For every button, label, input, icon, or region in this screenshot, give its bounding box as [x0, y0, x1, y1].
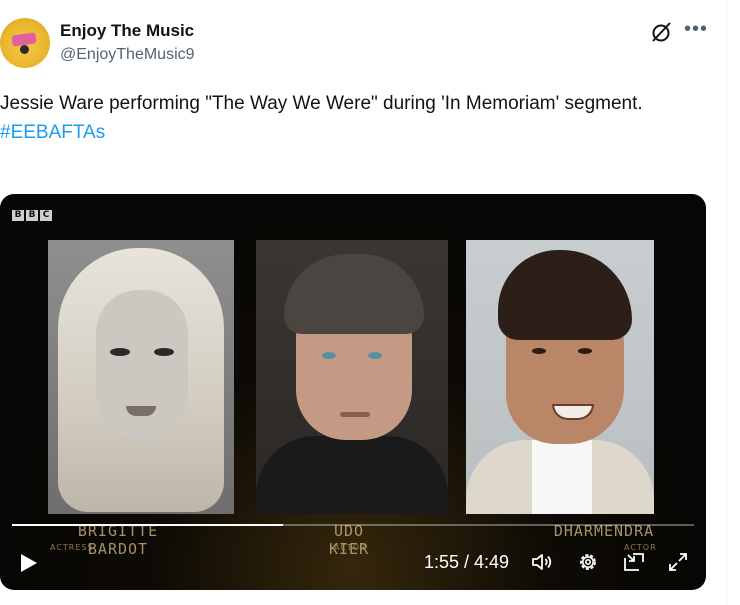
grok-icon[interactable]	[650, 20, 674, 44]
picture-in-picture-icon[interactable]	[622, 550, 646, 574]
portrait-1	[48, 240, 234, 514]
avatar-dot-shape	[20, 45, 29, 54]
portrait-body	[256, 436, 448, 514]
tweet-text: Jessie Ware performing "The Way We Were"…	[0, 89, 700, 147]
portrait-eye	[322, 352, 336, 359]
bbc-logo: B B C	[12, 210, 52, 221]
portrait-3	[466, 240, 654, 514]
portrait-2	[256, 240, 448, 514]
portrait-hair	[498, 250, 632, 340]
author-name[interactable]: Enjoy The Music	[60, 21, 194, 41]
portrait-collar	[532, 440, 592, 514]
more-icon[interactable]: •••	[684, 19, 708, 44]
hashtag-link[interactable]: #EEBAFTAs	[0, 118, 700, 147]
portrait-eye	[154, 348, 174, 356]
bbc-logo-letter: C	[40, 210, 52, 221]
settings-icon[interactable]	[576, 550, 600, 574]
fullscreen-icon[interactable]	[666, 550, 690, 574]
portrait-eye	[110, 348, 130, 356]
video-player[interactable]: B B C BRIGITTE BARDOT ACTRESS UDO KIER A…	[0, 194, 706, 590]
portrait-hair	[284, 254, 424, 334]
portrait-eye	[578, 348, 592, 354]
volume-icon[interactable]	[530, 550, 554, 574]
play-icon[interactable]	[16, 551, 40, 575]
tribute-name-2: UDO KIER	[328, 522, 370, 558]
avatar[interactable]	[0, 18, 50, 68]
tweet-body: Jessie Ware performing "The Way We Were"…	[0, 93, 643, 114]
tribute-role-1: ACTRESS	[50, 543, 94, 552]
portrait-eye	[532, 348, 546, 354]
portrait-mouth	[340, 412, 370, 417]
progress-fill	[12, 524, 283, 526]
author-handle[interactable]: @EnjoyTheMusic9	[60, 46, 195, 64]
bbc-logo-letter: B	[12, 210, 24, 221]
timeline-divider	[726, 0, 727, 605]
portrait-face	[96, 290, 188, 440]
time-display: 1:55 / 4:49	[424, 552, 510, 572]
tribute-name-1: BRIGITTE BARDOT	[77, 522, 159, 558]
portrait-eye	[368, 352, 382, 359]
bbc-logo-letter: B	[26, 210, 38, 221]
tribute-role-2: ACTOR	[334, 543, 367, 552]
